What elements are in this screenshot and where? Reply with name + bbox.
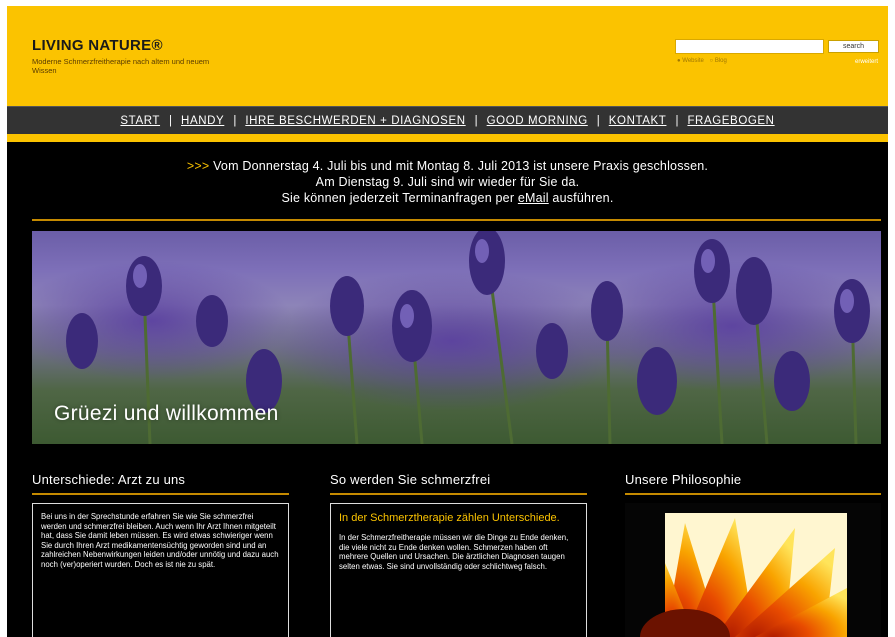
email-link[interactable]: eMail xyxy=(518,191,549,205)
notice-line-3-pre: Sie können jederzeit Terminanfragen per xyxy=(281,191,518,205)
search-button[interactable]: search xyxy=(828,40,879,53)
site-header: LIVING NATURE® Moderne Schmerzfreitherap… xyxy=(7,6,888,106)
search-scope-options[interactable]: ● Website ○ Blog xyxy=(677,58,727,64)
notice-line-3: Sie können jederzeit Terminanfragen per … xyxy=(7,190,888,206)
divider-line xyxy=(32,219,881,221)
nav-item-good-morning[interactable]: GOOD MORNING xyxy=(487,115,588,127)
nav-item-fragebogen[interactable]: FRAGEBOGEN xyxy=(687,115,774,127)
column-2-box: In der Schmerztherapie zählen Unterschie… xyxy=(330,503,587,637)
column-1-box: Bei uns in der Sprechstunde erfahren Sie… xyxy=(32,503,289,637)
notice-line-1: >>> Vom Donnerstag 4. Juli bis und mit M… xyxy=(7,158,888,174)
hero-banner: Grüezi und willkommen xyxy=(32,231,881,444)
search-input[interactable] xyxy=(675,39,824,54)
search-advanced-link[interactable]: erweitert xyxy=(855,59,878,65)
notice-line-2: Am Dienstag 9. Juli sind wir wieder für … xyxy=(315,175,580,189)
nav-item-start[interactable]: START xyxy=(120,115,160,127)
column-3-divider xyxy=(625,493,881,495)
column-2-title: So werden Sie schmerzfrei xyxy=(330,472,491,487)
column-1-title: Unterschiede: Arzt zu uns xyxy=(32,472,186,487)
nav-separator: | xyxy=(675,114,679,127)
nav-underbar xyxy=(7,134,888,142)
column-3-title: Unsere Philosophie xyxy=(625,472,742,487)
column-2-text: In der Schmerzfreitherapie müssen wir di… xyxy=(339,533,569,571)
column-2-highlight: In der Schmerztherapie zählen Unterschie… xyxy=(339,512,560,524)
page: LIVING NATURE® Moderne Schmerzfreitherap… xyxy=(7,6,888,637)
main-navigation: START | HANDY | IHRE BESCHWERDEN + DIAGN… xyxy=(7,106,888,134)
hero-caption: Grüezi und willkommen xyxy=(54,402,279,425)
search-scope-option-website[interactable]: ● Website xyxy=(677,58,704,64)
notice-arrows: >>> xyxy=(186,159,210,173)
notice-line-3-post: ausführen. xyxy=(548,191,614,205)
nav-separator: | xyxy=(474,114,478,127)
nav-separator: | xyxy=(596,114,600,127)
site-logo-title[interactable]: LIVING NATURE® xyxy=(32,37,163,54)
search-scope-option-blog[interactable]: ○ Blog xyxy=(710,58,727,64)
closure-notice: >>> Vom Donnerstag 4. Juli bis und mit M… xyxy=(7,158,888,206)
column-1-text: Bei uns in der Sprechstunde erfahren Sie… xyxy=(41,512,279,569)
nav-item-handy[interactable]: HANDY xyxy=(181,115,224,127)
nav-separator: | xyxy=(233,114,237,127)
column-1-divider xyxy=(32,493,289,495)
nav-item-beschwerden[interactable]: IHRE BESCHWERDEN + DIAGNOSEN xyxy=(245,115,465,127)
notice-line-1-text: Vom Donnerstag 4. Juli bis und mit Monta… xyxy=(209,159,709,173)
sunflower-image xyxy=(625,503,881,637)
nav-item-kontakt[interactable]: KONTAKT xyxy=(609,115,667,127)
column-2-divider xyxy=(330,493,587,495)
nav-separator: | xyxy=(169,114,173,127)
site-tagline: Moderne Schmerzfreitherapie nach altem u… xyxy=(32,57,210,75)
